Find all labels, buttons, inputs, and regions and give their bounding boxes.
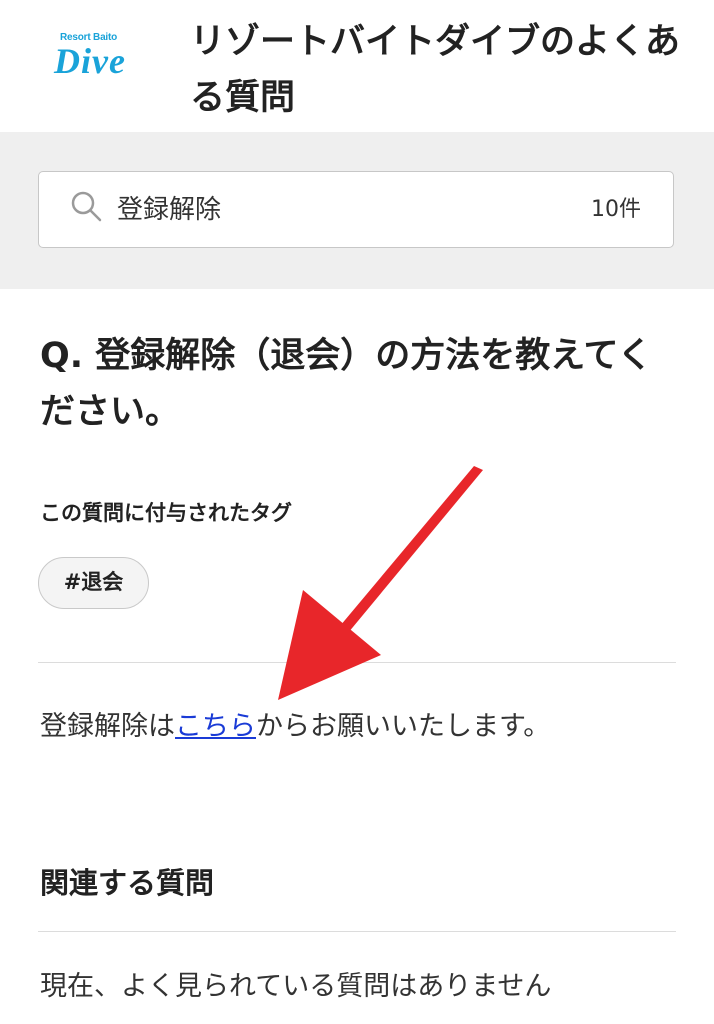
tag-chip-taikai[interactable]: #退会 [38,557,149,609]
site-header: Resort Baito Dive リゾートバイトダイブのよくある質問 [0,0,714,132]
resort-baito-dive-logo[interactable]: Resort Baito Dive [54,32,138,90]
unsubscribe-link[interactable]: こちら [175,711,256,742]
search-result-count: 10件 [591,197,641,222]
search-query-text: 登録解除 [117,195,222,225]
answer-text-before: 登録解除は [40,711,175,742]
divider [38,931,676,932]
question-title: Q. 登録解除（退会）の方法を教えてください。 [40,336,653,432]
search-area: 登録解除 10件 [0,132,714,289]
divider [38,662,676,663]
answer-text-after: からお願いいたします。 [256,711,551,742]
related-questions-title: 関連する質問 [40,866,215,900]
related-questions-empty: 現在、よく見られている質問はありません [40,971,552,1002]
search-input[interactable]: 登録解除 10件 [38,171,674,248]
search-icon [69,189,103,223]
answer-text: 登録解除はこちらからお願いいたします。 [40,702,550,752]
logo-main-text: Dive [54,41,126,81]
tags-label: この質問に付与されたタグ [40,501,292,525]
page-title: リゾートバイトダイブのよくある質問 [190,22,681,118]
